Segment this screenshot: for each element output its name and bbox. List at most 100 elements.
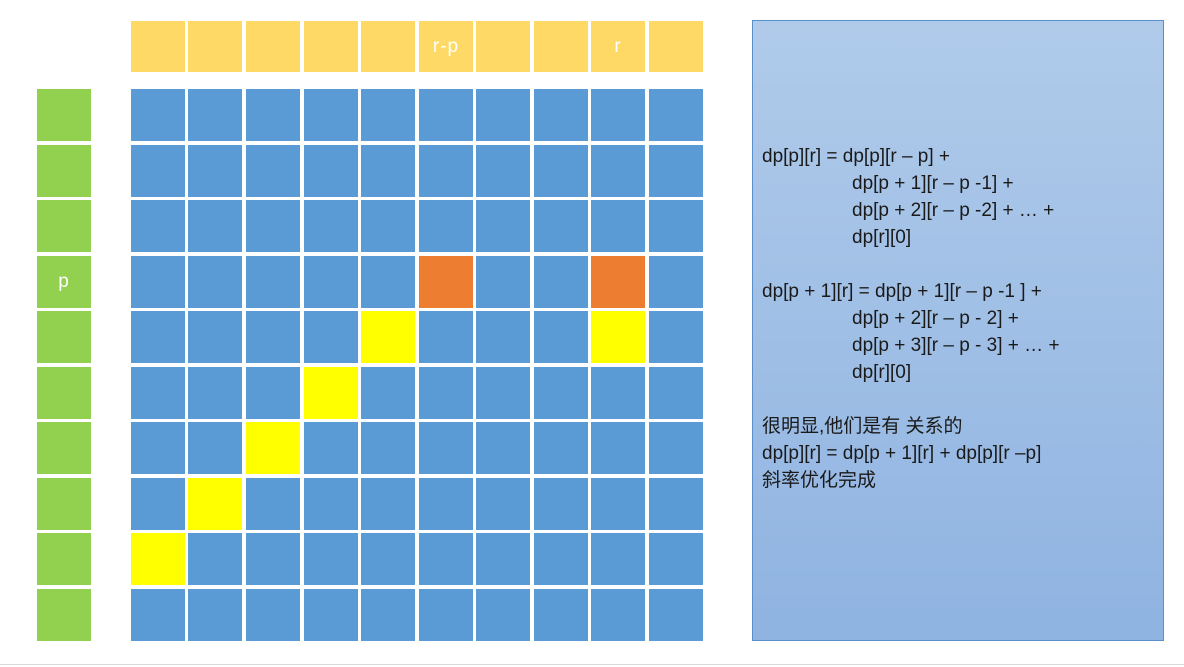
grid-cell [246,367,300,419]
grid-cell [131,311,185,363]
grid-cell [591,478,645,530]
grid-cell [131,478,185,530]
diagonal-cell [361,311,415,363]
grid-cell [361,589,415,641]
grid-cell [649,145,703,197]
grid-cell [476,145,530,197]
grid-cell [131,367,185,419]
column-header-cell: r-p [419,21,473,72]
grid-cell [188,145,242,197]
grid-cell [534,367,588,419]
highlight-cell [591,256,645,308]
explanation-panel: dp[p][r] = dp[p][r – p] + dp[p + 1][r – p… [752,20,1164,641]
grid-cell [304,256,358,308]
grid-cell [188,589,242,641]
grid-cell [476,311,530,363]
grid-cell [246,200,300,252]
grid-cell [131,256,185,308]
grid-cell [534,145,588,197]
grid-cell [188,89,242,141]
grid-cell [419,311,473,363]
row-label-cell [37,589,91,641]
explanation-text: dp[p][r] = dp[p][r – p] + dp[p + 1][r – p… [762,143,1060,494]
grid-cell [534,589,588,641]
grid-cell [419,422,473,474]
grid-cell [419,533,473,585]
grid-cell [591,367,645,419]
column-header-cell [304,21,358,72]
grid-cell [304,89,358,141]
grid-cell [246,256,300,308]
grid-cell [476,89,530,141]
grid-cell [131,200,185,252]
grid-cell [361,256,415,308]
diagonal-cell [304,367,358,419]
explanation-line [762,251,1060,278]
grid-cell [649,478,703,530]
column-header-cell [188,21,242,72]
grid-cell [476,422,530,474]
grid-cell [188,200,242,252]
grid-cell [304,145,358,197]
explanation-line: dp[p + 2][r – p -2] + … + [852,200,1055,221]
grid-cell [591,200,645,252]
diagonal-cell [131,533,185,585]
grid-cell [131,145,185,197]
grid-cell [476,478,530,530]
grid-cell [361,145,415,197]
row-label-cell [37,478,91,530]
grid-cell [476,256,530,308]
grid-cell [304,311,358,363]
column-header-cell [534,21,588,72]
grid-cell [246,533,300,585]
grid-cell [246,311,300,363]
row-label-cell [37,311,91,363]
grid-cell [419,367,473,419]
grid-cell [534,256,588,308]
grid-cell [534,533,588,585]
grid-cell [131,422,185,474]
grid-cell [188,533,242,585]
grid-cell [246,589,300,641]
grid-cell [649,89,703,141]
grid-cell [476,589,530,641]
grid-cell [649,589,703,641]
grid-cell [649,533,703,585]
grid-cell [188,422,242,474]
grid-cell [534,478,588,530]
grid-cell [534,311,588,363]
explanation-line: dp[p + 1][r] = dp[p + 1][r – p -1 ] + [762,281,1042,302]
highlight-cell [419,256,473,308]
grid-cell [131,589,185,641]
grid-cell [361,533,415,585]
explanation-line: 斜率优化完成 [762,470,877,491]
grid-cell [649,256,703,308]
explanation-line: 很明显,他们是有 关系的 [762,416,963,437]
grid-cell [649,311,703,363]
diagonal-cell [591,311,645,363]
grid-cell [534,422,588,474]
grid-cell [188,256,242,308]
explanation-line: dp[p + 2][r – p - 2] + [852,308,1019,329]
grid-cell [304,589,358,641]
column-header-cell [476,21,530,72]
explanation-line: dp[p][r] = dp[p][r – p] + [762,146,951,167]
column-header-cell [361,21,415,72]
grid-cell [534,200,588,252]
grid-cell [361,478,415,530]
grid-cell [419,145,473,197]
grid-cell [591,422,645,474]
grid-cell [591,533,645,585]
explanation-line: dp[r][0] [852,227,912,248]
divider [0,664,1184,665]
row-label-cell [37,533,91,585]
grid-cell [246,478,300,530]
grid-cell [188,367,242,419]
grid-cell [476,533,530,585]
grid-cell [246,145,300,197]
grid-cell [304,533,358,585]
row-label-cell: p [37,256,91,308]
row-label-cell [37,367,91,419]
grid-cell [649,367,703,419]
grid-cell [131,89,185,141]
